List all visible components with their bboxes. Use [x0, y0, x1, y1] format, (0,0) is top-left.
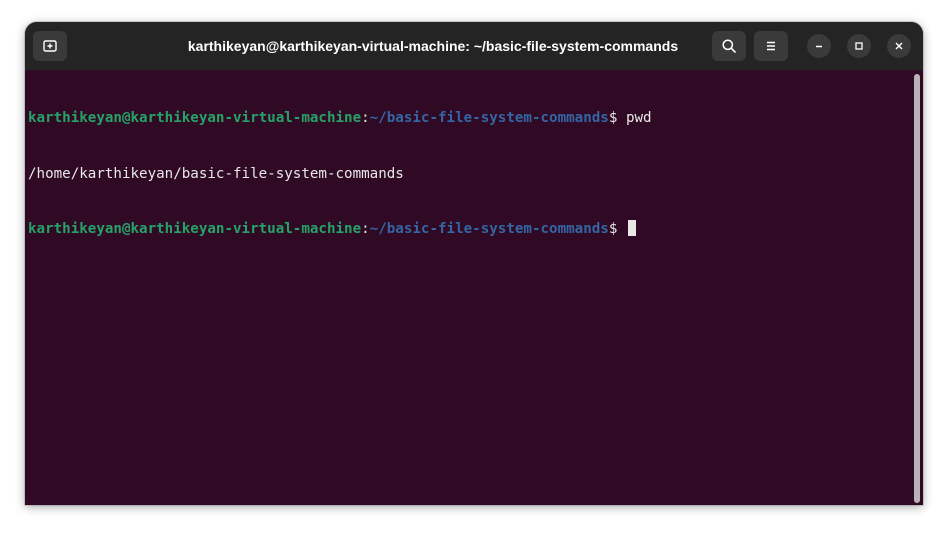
prompt-symbol: $	[608, 221, 626, 237]
titlebar[interactable]: karthikeyan@karthikeyan-virtual-machine:…	[25, 22, 923, 70]
prompt-path: ~/basic-file-system-commands	[369, 221, 609, 237]
window-title: karthikeyan@karthikeyan-virtual-machine:…	[187, 38, 679, 54]
prompt-user: karthikeyan@karthikeyan-virtual-machine	[28, 110, 362, 126]
prompt-symbol: $	[608, 110, 626, 126]
minimize-button[interactable]	[807, 34, 831, 58]
terminal-output: karthikeyan@karthikeyan-virtual-machine:…	[28, 72, 652, 276]
maximize-button[interactable]	[847, 34, 871, 58]
search-button[interactable]	[712, 31, 746, 61]
menu-button[interactable]	[754, 31, 788, 61]
close-icon	[895, 42, 903, 50]
vertical-scrollbar[interactable]	[914, 74, 920, 503]
new-tab-button[interactable]	[33, 31, 67, 61]
search-icon	[722, 39, 736, 53]
prompt-path: ~/basic-file-system-commands	[369, 110, 609, 126]
command-text: pwd	[625, 110, 652, 126]
command-output: /home/karthikeyan/basic-file-system-comm…	[28, 165, 404, 182]
close-button[interactable]	[887, 34, 911, 58]
terminal-area[interactable]: karthikeyan@karthikeyan-virtual-machine:…	[25, 70, 923, 505]
prompt-user: karthikeyan@karthikeyan-virtual-machine	[28, 221, 362, 237]
terminal-line: karthikeyan@karthikeyan-virtual-machine:…	[28, 220, 652, 239]
prompt-colon: :	[361, 221, 370, 237]
prompt-colon: :	[361, 110, 370, 126]
text-cursor	[627, 220, 636, 236]
terminal-window: karthikeyan@karthikeyan-virtual-machine:…	[25, 22, 923, 505]
maximize-icon	[855, 42, 863, 50]
terminal-line: /home/karthikeyan/basic-file-system-comm…	[28, 165, 652, 184]
terminal-line: karthikeyan@karthikeyan-virtual-machine:…	[28, 109, 652, 128]
new-tab-icon	[43, 40, 57, 52]
hamburger-menu-icon	[767, 41, 775, 51]
minimize-icon	[816, 45, 822, 48]
